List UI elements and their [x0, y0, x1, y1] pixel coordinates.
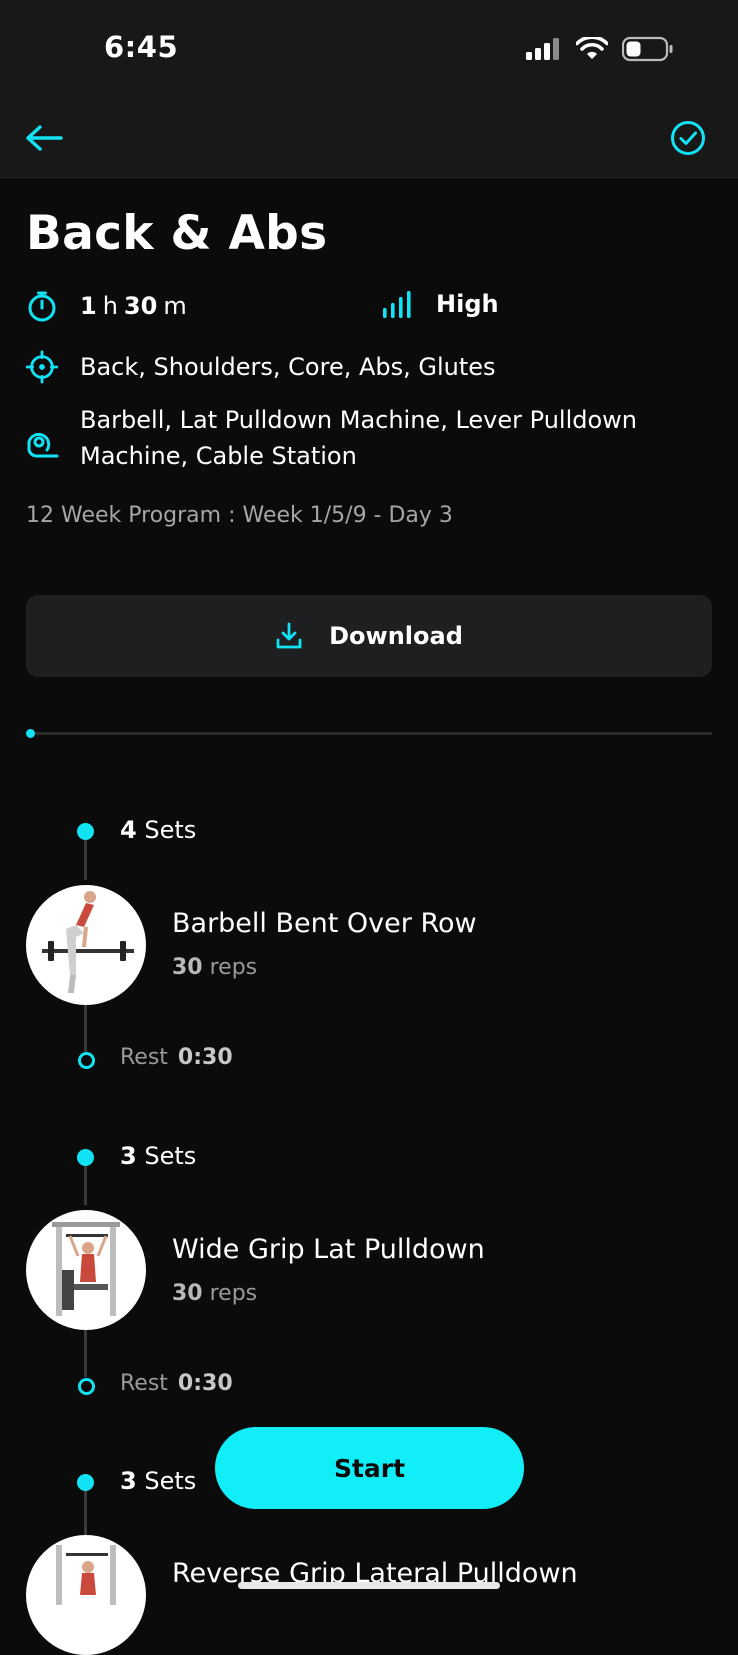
rest-word: Rest — [120, 1045, 168, 1070]
sets-word: Sets — [144, 816, 197, 844]
download-icon — [275, 622, 303, 650]
duration-hours-unit: h — [102, 292, 118, 320]
back-button[interactable] — [24, 120, 64, 160]
exercise-reps: 30 reps — [172, 955, 257, 980]
status-bar: 6:45 — [0, 0, 738, 103]
intensity-bars-icon — [382, 290, 414, 318]
program-label: 12 Week Program : Week 1/5/9 - Day 3 — [26, 503, 453, 528]
sets-marker — [77, 1149, 94, 1166]
cellular-signal-icon — [526, 38, 562, 64]
reps-count: 30 — [172, 955, 203, 980]
download-button[interactable]: Download — [26, 595, 712, 677]
rest-word: Rest — [120, 1371, 168, 1396]
reps-word: reps — [209, 955, 258, 980]
exercise-reps: 30 reps — [172, 1281, 257, 1306]
sets-marker — [77, 823, 94, 840]
stopwatch-icon — [26, 290, 58, 322]
rest-time: 0:30 — [177, 1045, 233, 1070]
check-circle-icon — [670, 120, 706, 160]
workout-progress-track — [30, 732, 712, 735]
sets-count: 4 — [120, 816, 137, 844]
status-time: 6:45 — [104, 30, 179, 64]
workout-progress-indicator — [26, 729, 35, 738]
rest-marker — [78, 1378, 95, 1395]
timeline-line — [84, 1325, 87, 1377]
workout-title: Back & Abs — [26, 206, 328, 261]
exercise-thumbnail[interactable] — [26, 885, 146, 1005]
equipment-icon — [26, 428, 59, 460]
sets-label: 3 Sets — [120, 1142, 196, 1170]
reps-count: 30 — [172, 1281, 203, 1306]
exercise-thumbnail[interactable] — [26, 1210, 146, 1330]
exercise-name[interactable]: Barbell Bent Over Row — [172, 908, 477, 939]
muscles-row: Back, Shoulders, Core, Abs, Glutes — [26, 350, 496, 384]
timeline-line — [84, 1490, 87, 1536]
duration-minutes: 30 — [123, 292, 158, 320]
barbell-row-illustration — [42, 891, 134, 993]
battery-icon — [621, 36, 674, 66]
duration-row: 1 h 30 m — [26, 290, 193, 322]
duration-minutes-unit: m — [163, 292, 187, 320]
download-label: Download — [329, 622, 463, 650]
target-icon — [26, 350, 58, 384]
timeline-line — [84, 840, 87, 880]
reps-word: reps — [209, 1281, 258, 1306]
status-icons — [526, 35, 674, 66]
rest-label: Rest 0:30 — [120, 1045, 233, 1070]
sets-word: Sets — [144, 1142, 197, 1170]
rest-label: Rest 0:30 — [120, 1371, 233, 1396]
sets-count: 3 — [120, 1467, 137, 1495]
intensity-label: High — [436, 290, 499, 318]
sets-marker — [77, 1474, 94, 1491]
timeline-line — [84, 1165, 87, 1205]
rest-marker — [78, 1052, 95, 1069]
home-indicator[interactable] — [238, 1582, 500, 1589]
lat-pulldown-illustration — [52, 1222, 120, 1316]
exercise-name[interactable]: Wide Grip Lat Pulldown — [172, 1234, 485, 1265]
sets-word: Sets — [144, 1467, 197, 1495]
muscles-label: Back, Shoulders, Core, Abs, Glutes — [80, 353, 496, 381]
sets-label: 3 Sets — [120, 1467, 196, 1495]
arrow-left-icon — [25, 124, 63, 156]
equipment-label: Barbell, Lat Pulldown Machine, Lever Pul… — [80, 406, 637, 470]
intensity-row: High — [382, 290, 499, 318]
exercise-thumbnail[interactable] — [26, 1535, 146, 1655]
wifi-icon — [575, 35, 609, 65]
reverse-grip-pulldown-illustration — [56, 1545, 116, 1605]
start-button[interactable]: Start — [215, 1427, 524, 1509]
duration-hours: 1 — [80, 292, 97, 320]
complete-button[interactable] — [668, 120, 708, 160]
rest-time: 0:30 — [177, 1371, 233, 1396]
timeline-line — [84, 1000, 87, 1052]
sets-label: 4 Sets — [120, 816, 196, 844]
nav-bar — [0, 103, 738, 178]
sets-count: 3 — [120, 1142, 137, 1170]
